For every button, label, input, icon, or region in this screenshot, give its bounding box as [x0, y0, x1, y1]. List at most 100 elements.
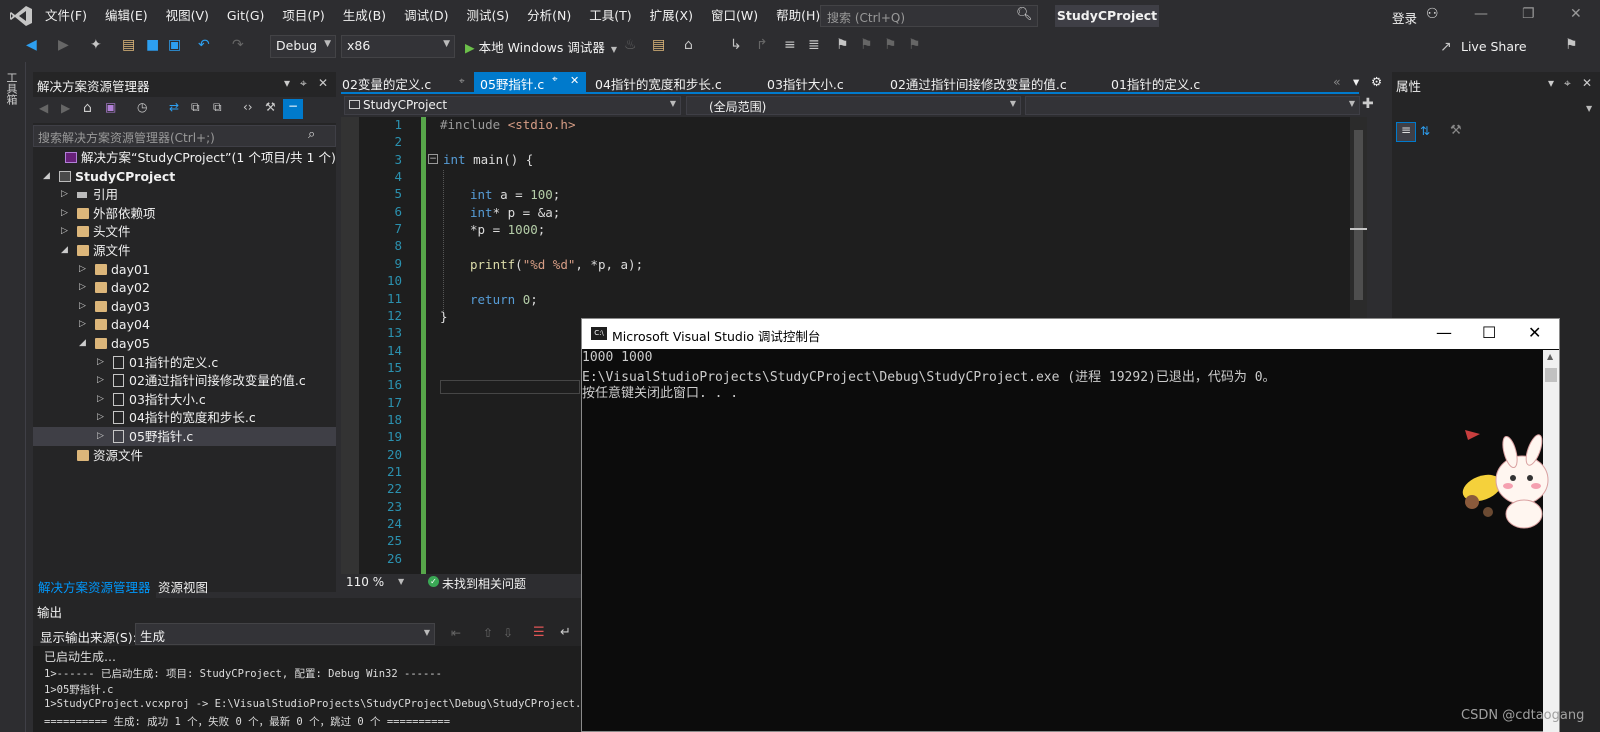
menu-build[interactable]: 生成(B)	[334, 0, 395, 32]
expand-arrow-icon[interactable]: ▷	[61, 185, 68, 204]
collapse-arrow-icon[interactable]: ◢	[43, 167, 50, 186]
prev-message-icon[interactable]: ⇧	[483, 626, 493, 640]
tree-item[interactable]: ▷ 05野指针.c	[33, 427, 336, 446]
feedback-icon[interactable]: ⚑	[1565, 37, 1578, 53]
tab-solution-explorer[interactable]: 解决方案资源管理器	[33, 575, 156, 598]
sync-icon[interactable]: ⇄	[169, 100, 179, 114]
menu-debug[interactable]: 调试(D)	[395, 0, 457, 32]
save-icon[interactable]: ■	[146, 37, 159, 53]
browse-icon[interactable]: ▤	[652, 37, 665, 53]
scroll-tabs-icon[interactable]: «	[1333, 74, 1341, 89]
expand-arrow-icon[interactable]: ▷	[79, 260, 86, 279]
menu-tools[interactable]: 工具(T)	[580, 0, 640, 32]
tools-icon[interactable]: ⌂	[684, 37, 693, 53]
next-message-icon[interactable]: ⇩	[503, 626, 513, 640]
bookmark-clear-icon[interactable]: ⚑	[908, 37, 921, 53]
back-icon[interactable]: ◀	[39, 101, 48, 115]
search-icon[interactable]: 🔍︎	[1016, 7, 1033, 22]
user-icon[interactable]: ⚇	[1426, 6, 1439, 22]
forward-icon[interactable]: ▶	[61, 101, 70, 115]
menu-window[interactable]: 窗口(W)	[702, 0, 767, 32]
find-message-icon[interactable]: ⇤	[451, 626, 461, 640]
panel-menu-icon[interactable]: ▾	[284, 76, 290, 90]
bookmark-prev-icon[interactable]: ⚑	[860, 37, 873, 53]
tree-item[interactable]: 解决方案“StudyCProject”(1 个项目/共 1 个)	[33, 148, 336, 167]
tab-file[interactable]: 02通过指针间接修改变量的值.c	[890, 74, 1067, 93]
tab-file[interactable]: 01指针的定义.c	[1111, 74, 1200, 93]
clear-all-icon[interactable]: ☰	[533, 625, 545, 640]
tab-list-icon[interactable]: ▾	[1353, 74, 1359, 89]
menu-project[interactable]: 项目(P)	[273, 0, 333, 32]
tab-file[interactable]: 02变量的定义.c	[342, 74, 431, 93]
solution-search-input[interactable]: 搜索解决方案资源管理器(Ctrl+;)	[33, 125, 336, 147]
switch-views-icon[interactable]: ▣	[105, 100, 116, 114]
minimize-icon[interactable]: —	[1474, 6, 1488, 22]
minimize-icon[interactable]: —	[1436, 323, 1452, 342]
zoom-level[interactable]: 110 %	[346, 575, 384, 589]
properties-wrench-icon[interactable]: ⚒	[265, 100, 276, 114]
collapse-arrow-icon[interactable]: ◢	[61, 241, 68, 260]
menu-extensions[interactable]: 扩展(X)	[641, 0, 702, 32]
tree-item[interactable]: ▷ day04	[33, 315, 336, 334]
collapse-all-icon[interactable]: ⧉	[191, 100, 200, 115]
member-select[interactable]: ▼	[1025, 96, 1360, 115]
uncomment-icon[interactable]: ≣	[808, 37, 820, 53]
panel-close-icon[interactable]: ✕	[1582, 76, 1592, 90]
toolbox-tab[interactable]: 工具箱	[5, 72, 19, 105]
menu-git[interactable]: Git(G)	[218, 0, 274, 32]
open-folder-icon[interactable]: ▤	[122, 37, 135, 53]
editor-scrollbar-thumb[interactable]	[1354, 130, 1363, 300]
tab-file-active[interactable]: 05野指针.c ⌖ ✕	[474, 72, 586, 92]
pin-icon[interactable]: ⌖	[1564, 76, 1571, 91]
expand-arrow-icon[interactable]: ▷	[97, 371, 104, 390]
maximize-icon[interactable]: ☐	[1482, 323, 1496, 342]
redo-icon[interactable]: ↷	[232, 37, 244, 53]
back-icon[interactable]: ◀	[26, 37, 37, 53]
new-project-icon[interactable]: ✦	[90, 37, 102, 53]
panel-close-icon[interactable]: ✕	[318, 76, 328, 90]
split-icon[interactable]: ✚	[1362, 96, 1374, 112]
configuration-select[interactable]: Debug ▼	[270, 35, 336, 58]
tree-item[interactable]: ▷ 02通过指针间接修改变量的值.c	[33, 371, 336, 390]
login-link[interactable]: 登录	[1392, 8, 1417, 27]
tree-item[interactable]: ▷ day02	[33, 278, 336, 297]
preview-selected-icon[interactable]: −	[283, 99, 303, 119]
collapse-arrow-icon[interactable]: ◢	[79, 334, 86, 353]
tree-item[interactable]: ▷ 03指针大小.c	[33, 390, 336, 409]
settings-gear-icon[interactable]: ⚙	[1371, 74, 1382, 89]
word-wrap-icon[interactable]: ↵	[560, 625, 571, 640]
tab-file[interactable]: 03指针大小.c	[767, 74, 844, 93]
expand-arrow-icon[interactable]: ▷	[79, 297, 86, 316]
expand-arrow-icon[interactable]: ▷	[97, 353, 104, 372]
search-icon[interactable]: ⌕	[308, 127, 315, 142]
tree-item[interactable]: ◢ 源文件	[33, 241, 336, 260]
tree-item[interactable]: ▷ 引用	[33, 185, 336, 204]
save-all-icon[interactable]: ▣	[168, 37, 181, 53]
tree-item[interactable]: ▷ day03	[33, 297, 336, 316]
pin-icon[interactable]: ⌖	[459, 76, 465, 87]
search-input[interactable]: 搜索 (Ctrl+Q)	[820, 5, 1038, 27]
expand-arrow-icon[interactable]: ▷	[61, 204, 68, 223]
tree-item[interactable]: ▷ 04指针的宽度和步长.c	[33, 408, 336, 427]
close-icon[interactable]: ✕	[1570, 6, 1582, 22]
categorized-icon[interactable]: ≡	[1396, 122, 1416, 142]
menu-analyze[interactable]: 分析(N)	[518, 0, 580, 32]
tree-item[interactable]: ▷ 头文件	[33, 222, 336, 241]
pending-changes-icon[interactable]: ◷	[137, 100, 147, 114]
chevron-down-icon[interactable]: ▼	[1586, 104, 1592, 113]
close-icon[interactable]: ✕	[1528, 323, 1541, 342]
expand-arrow-icon[interactable]: ▷	[79, 315, 86, 334]
panel-menu-icon[interactable]: ▾	[1548, 76, 1554, 90]
platform-select[interactable]: x86 ▼	[341, 35, 455, 58]
collapse-icon[interactable]: −	[428, 154, 438, 164]
bookmark-icon[interactable]: ⚑	[836, 37, 849, 53]
expand-arrow-icon[interactable]: ▷	[97, 390, 104, 409]
scroll-up-icon[interactable]: ▲	[1547, 352, 1553, 361]
live-share-button[interactable]: Live Share	[1461, 39, 1527, 54]
property-pages-icon[interactable]: ⚒	[1450, 123, 1462, 138]
alphabetical-icon[interactable]: ⇅	[1420, 124, 1430, 138]
expand-arrow-icon[interactable]: ▷	[79, 278, 86, 297]
issues-status[interactable]: 未找到相关问题	[442, 575, 526, 592]
menu-test[interactable]: 测试(S)	[457, 0, 518, 32]
expand-arrow-icon[interactable]: ▷	[97, 408, 104, 427]
